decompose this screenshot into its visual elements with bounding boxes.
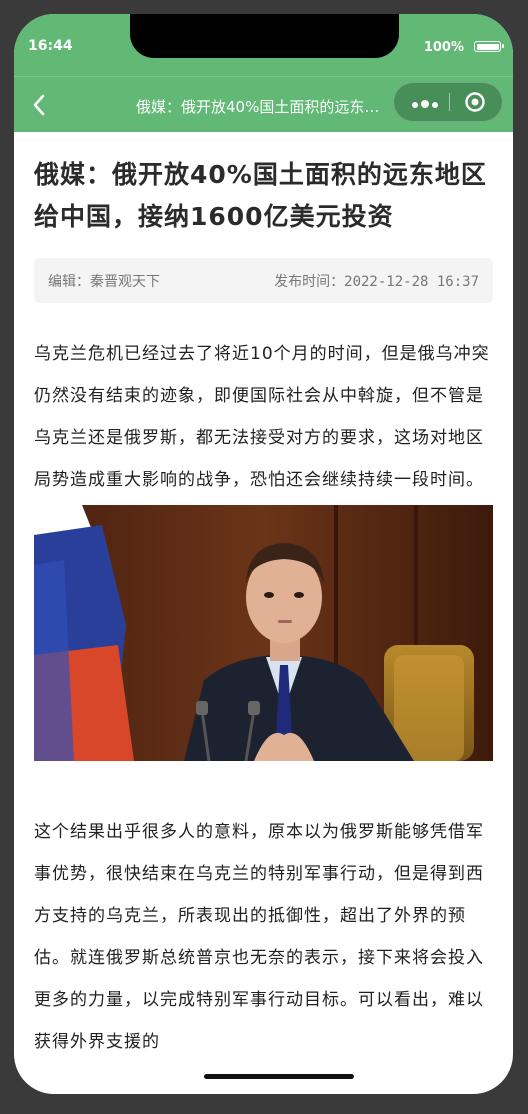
close-button[interactable] <box>456 83 494 121</box>
publish-time: 发布时间：2022-12-28 16:37 <box>274 273 479 290</box>
nav-bar: 俄媒：俄开放40%国土面积的远东地区给中国，接纳1600亿美元投资 <box>14 76 513 132</box>
article-paragraph: 这个结果出乎很多人的意料，原本以为俄罗斯能够凭借军事优势，很快结束在乌克兰的特别… <box>34 822 484 1052</box>
article-meta: 编辑：秦晋观天下 发布时间：2022-12-28 16:37 <box>34 258 493 303</box>
article-photo[interactable] <box>34 505 493 761</box>
capsule-close-icon <box>465 92 485 112</box>
more-dots-icon <box>411 93 440 112</box>
back-button[interactable] <box>24 90 54 120</box>
notch <box>130 14 399 58</box>
article-paragraph: 乌克兰危机已经过去了将近10个月的时间，但是俄乌冲突仍然没有结束的迹象，即便国际… <box>34 344 490 490</box>
status-time: 16:44 <box>28 38 73 54</box>
capsule-divider <box>449 93 450 111</box>
editor-label: 编辑：秦晋观天下 <box>48 273 160 290</box>
mini-program-capsule <box>393 82 503 122</box>
battery-percent: 100% <box>423 40 464 55</box>
battery-icon <box>474 41 504 52</box>
chevron-left-icon <box>33 94 45 116</box>
home-indicator <box>204 1074 354 1079</box>
press-conference-image <box>34 505 493 761</box>
more-button[interactable] <box>406 83 444 121</box>
phone-frame: 16:44 100% 俄媒：俄开放40%国土面积的远东地区给中国，接纳1600亿… <box>14 14 513 1094</box>
article-headline: 俄媒：俄开放40%国土面积的远东地区给中国，接纳1600亿美元投资 <box>34 160 487 231</box>
nav-title: 俄媒：俄开放40%国土面积的远东地区给中国，接纳1600亿美元投资 <box>136 98 386 116</box>
nav-divider <box>14 76 513 77</box>
status-bar: 16:44 100% <box>14 14 513 76</box>
article: 俄媒：俄开放40%国土面积的远东地区给中国，接纳1600亿美元投资 编辑：秦晋观… <box>34 132 493 1063</box>
